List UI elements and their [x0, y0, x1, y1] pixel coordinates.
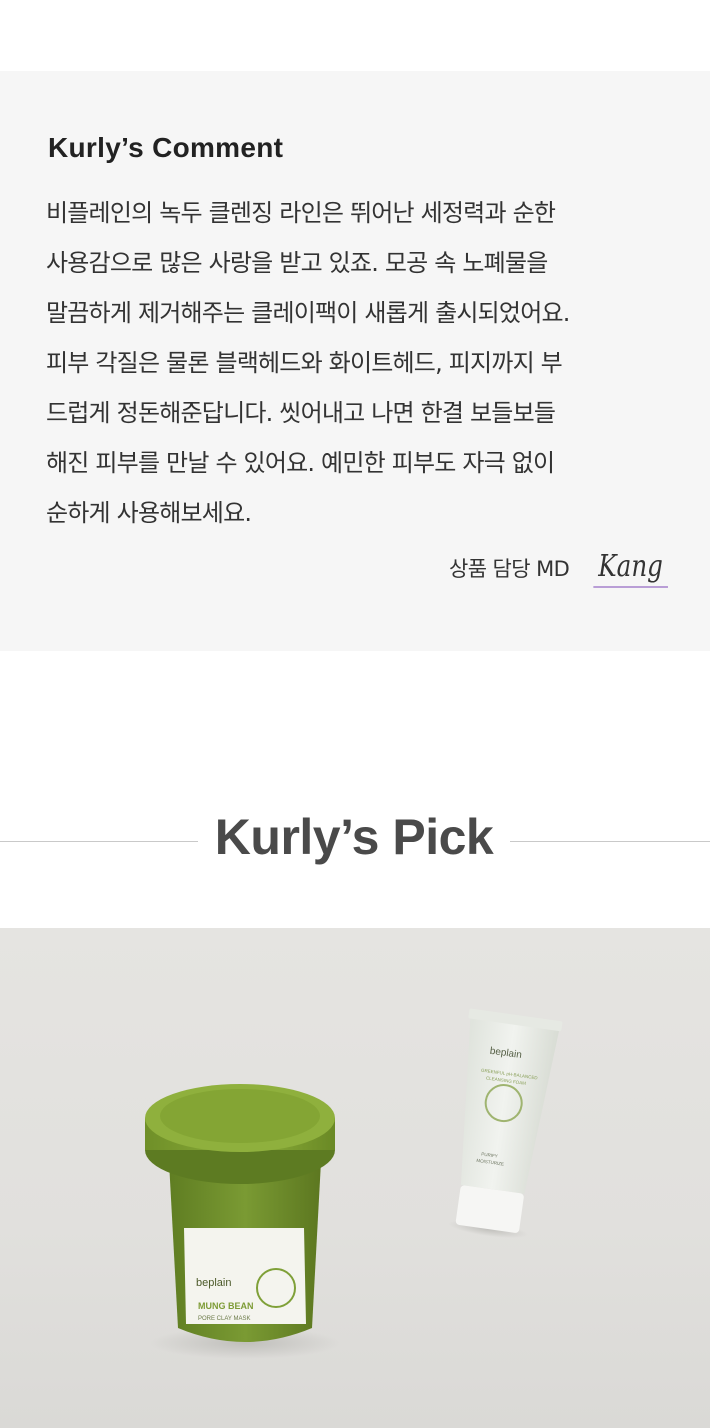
jar-subtitle: PORE CLAY MASK — [198, 1316, 250, 1322]
comment-line: 말끔하게 제거해주는 클레이팩이 새롭게 출시되었어요. — [46, 299, 570, 327]
comment-line: 순하게 사용해보세요. — [46, 499, 252, 527]
kurly-pick-heading: Kurly’s Pick — [0, 800, 710, 880]
comment-title: Kurly’s Comment — [48, 132, 284, 163]
comment-line: 비플레인의 녹두 클렌징 라인은 뛰어난 세정력과 순한 — [46, 199, 556, 227]
md-signature: 상품 담당 MD Kang — [449, 548, 668, 588]
product-photo-illustration: beplain MUNG BEAN PORE CLAY MASK beplain… — [145, 1008, 563, 1359]
md-name-signature: Kang — [593, 548, 668, 588]
pick-title: Kurly’s Pick — [214, 809, 494, 865]
jar-name: MUNG BEAN — [198, 1301, 254, 1311]
comment-line: 해진 피부를 만날 수 있어요. 예민한 피부도 자극 없이 — [46, 449, 555, 477]
comment-line: 드럽게 정돈해준답니다. 씻어내고 나면 한결 보들보들 — [46, 399, 556, 427]
jar-brand: beplain — [196, 1277, 231, 1289]
clay-mask-jar: beplain MUNG BEAN PORE CLAY MASK — [145, 1084, 340, 1359]
divider-left — [0, 841, 198, 842]
cleansing-foam-tube: beplain GREENFUL pH-BALANCED CLEANSING F… — [448, 1008, 563, 1238]
comment-body: 비플레인의 녹두 클렌징 라인은 뛰어난 세정력과 순한 사용감으로 많은 사랑… — [46, 188, 686, 538]
divider-right — [510, 841, 710, 842]
md-label: 상품 담당 MD — [449, 557, 570, 581]
comment-line: 사용감으로 많은 사랑을 받고 있죠. 모공 속 노폐물을 — [46, 249, 548, 277]
product-photo: beplain MUNG BEAN PORE CLAY MASK beplain… — [0, 928, 710, 1428]
comment-line: 피부 각질은 물론 블랙헤드와 화이트헤드, 피지까지 부 — [46, 349, 563, 377]
